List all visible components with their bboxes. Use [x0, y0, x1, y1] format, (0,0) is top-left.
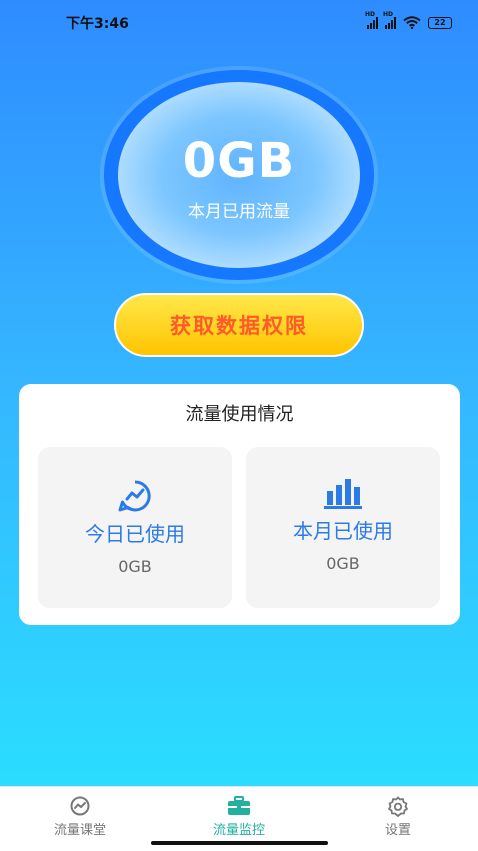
- monthly-usage-caption: 本月已用流量: [188, 201, 290, 222]
- month-usage-tile[interactable]: 本月已使用 0GB: [246, 447, 440, 608]
- bar-chart-icon: [246, 477, 440, 509]
- status-time: 下午3:46: [66, 16, 129, 32]
- get-data-permission-button[interactable]: 获取数据权限: [114, 293, 364, 357]
- status-icons: HD HD 22: [365, 11, 452, 33]
- usage-card: 流量使用情况 今日已使用 0GB 本月已使用 0GB: [19, 384, 460, 625]
- month-usage-label: 本月已使用: [293, 519, 393, 543]
- today-usage-value: 0GB: [118, 557, 152, 576]
- briefcase-icon: [179, 796, 299, 816]
- wifi-icon: [403, 14, 421, 33]
- gear-icon: [338, 796, 458, 818]
- today-usage-tile[interactable]: 今日已使用 0GB: [38, 447, 232, 608]
- monthly-usage-value: 0GB: [182, 132, 296, 189]
- signal-icon-2: HD: [383, 11, 396, 29]
- today-usage-label: 今日已使用: [85, 522, 185, 546]
- battery-icon: 22: [428, 17, 452, 29]
- tab-label: 流量监控: [212, 823, 265, 838]
- signal-hd-label: HD: [365, 11, 376, 18]
- signal-hd-label-2: HD: [383, 11, 394, 18]
- status-bar: 下午3:46 HD HD 22: [0, 0, 478, 46]
- trend-circle-icon: [20, 796, 140, 816]
- tab-label: 设置: [384, 823, 411, 838]
- usage-card-title: 流量使用情况: [185, 404, 294, 425]
- home-indicator[interactable]: [151, 841, 328, 845]
- month-usage-value: 0GB: [326, 554, 360, 573]
- trend-circle-icon: [38, 479, 232, 513]
- tab-traffic-class[interactable]: 流量课堂: [20, 787, 140, 851]
- tab-label: 流量课堂: [53, 823, 106, 838]
- tab-settings[interactable]: 设置: [338, 787, 458, 851]
- usage-gauge: 0GB 本月已用流量: [118, 82, 360, 268]
- signal-icon: HD: [365, 11, 378, 29]
